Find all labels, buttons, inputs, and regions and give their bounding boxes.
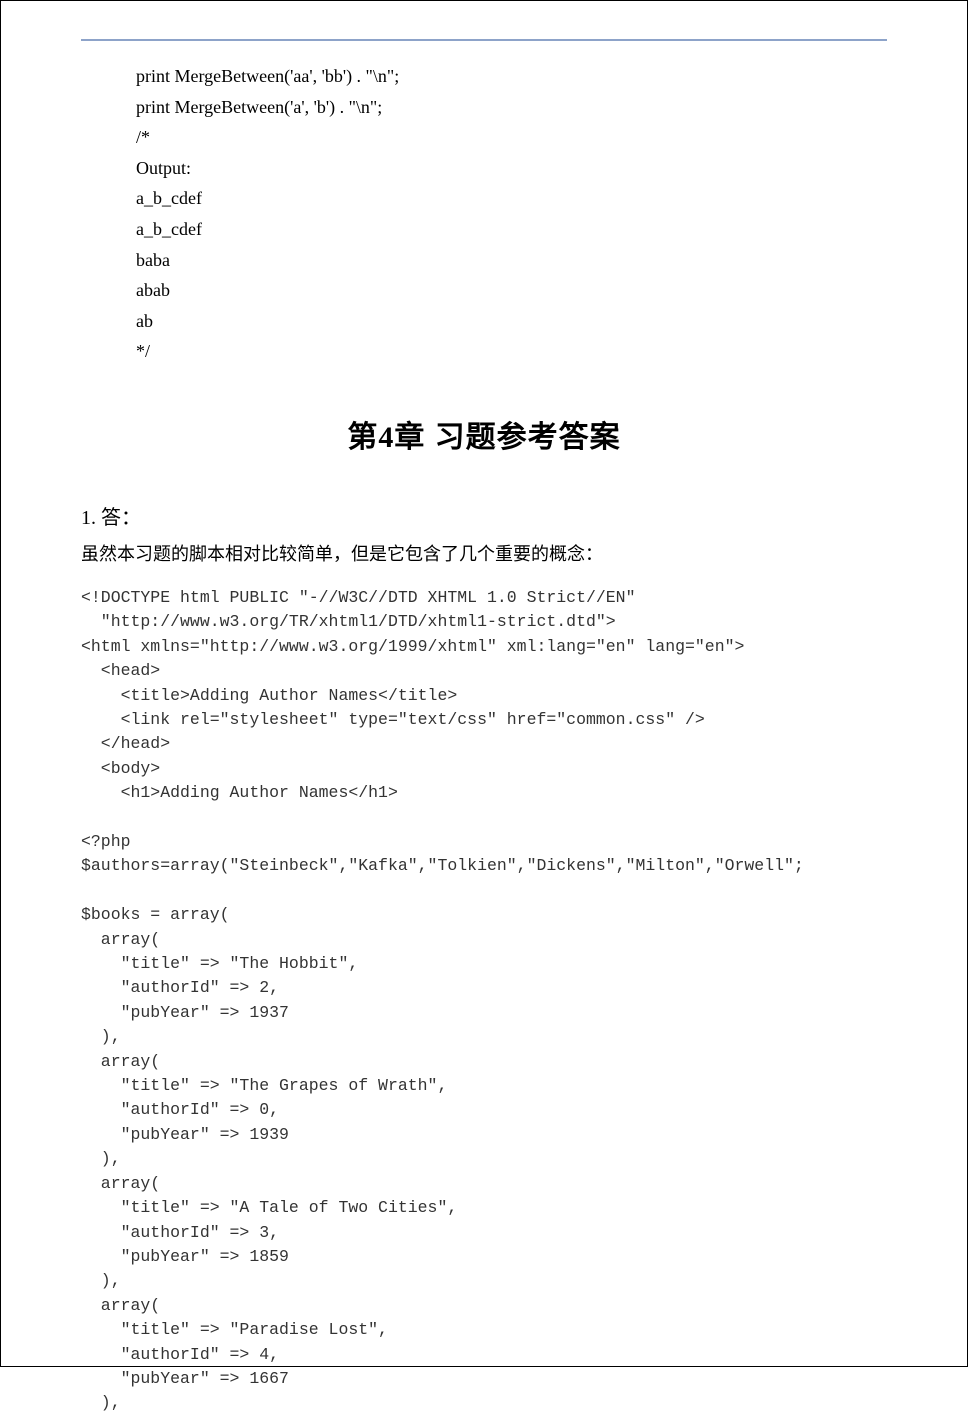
code-line: a_b_cdef [136,214,887,245]
php-code-block: <!DOCTYPE html PUBLIC "-//W3C//DTD XHTML… [81,586,887,1416]
code-line: /* [136,122,887,153]
code-line: Output: [136,153,887,184]
header-rule [81,39,887,41]
code-line: */ [136,336,887,367]
code-line: baba [136,245,887,276]
answer-description: 虽然本习题的脚本相对比较简单，但是它包含了几个重要的概念： [81,540,887,566]
page-inner: print MergeBetween('aa', 'bb') . "\n"; p… [31,39,937,1344]
chapter-spacer [425,421,434,454]
code-line: ab [136,306,887,337]
page-outer: print MergeBetween('aa', 'bb') . "\n"; p… [0,0,968,1367]
chapter-title-text: 习题参考答案 [435,421,621,454]
code-line: print MergeBetween('a', 'b') . "\n"; [136,92,887,123]
code-line: print MergeBetween('aa', 'bb') . "\n"; [136,61,887,92]
code-line: a_b_cdef [136,183,887,214]
chapter-suffix: 章 [394,421,425,454]
top-code-output: print MergeBetween('aa', 'bb') . "\n"; p… [136,61,887,367]
chapter-heading: 第4章 习题参考答案 [81,412,887,456]
answer-label: 1. 答： [81,501,887,530]
chapter-number: 4 [378,421,394,454]
chapter-prefix: 第 [347,421,378,454]
code-line: abab [136,275,887,306]
